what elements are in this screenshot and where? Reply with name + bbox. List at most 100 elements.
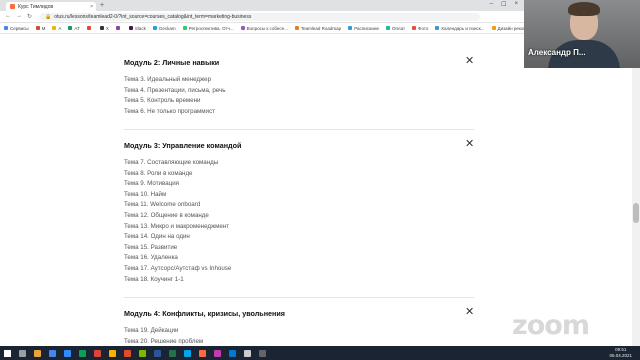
module-topic-item: Тема 4. Презентации, письма, речь bbox=[124, 86, 226, 94]
bookmark-item[interactable] bbox=[86, 26, 93, 30]
collapse-module-close-icon[interactable]: ✕ bbox=[465, 139, 474, 150]
forward-arrow-icon[interactable]: → bbox=[16, 13, 22, 20]
nav-buttons: ← → ↻ bbox=[0, 13, 32, 20]
taskbar-app-icon[interactable] bbox=[139, 349, 146, 357]
taskbar-app-icon[interactable] bbox=[19, 349, 26, 357]
system-clock[interactable]: 09:51 06.04.2021 bbox=[609, 347, 632, 359]
video-person-hair bbox=[568, 2, 600, 16]
bookmark-favicon-icon bbox=[152, 26, 157, 30]
taskbar-app-icon[interactable] bbox=[199, 349, 206, 357]
bookmark-label: Ретроспектива. Отч... bbox=[188, 25, 234, 31]
tab-title: Курс Тимлидов bbox=[18, 3, 54, 10]
zoom-watermark: zoom bbox=[512, 310, 590, 341]
bookmark-item[interactable]: Slack bbox=[128, 25, 146, 31]
module-title: Модуль 3: Управление командой bbox=[124, 141, 242, 150]
bookmark-favicon-icon bbox=[115, 26, 120, 30]
bookmark-favicon-icon bbox=[348, 26, 353, 30]
scrollbar-thumb[interactable] bbox=[633, 203, 639, 223]
bookmark-label: M bbox=[41, 25, 46, 31]
bookmark-item[interactable]: X bbox=[99, 25, 109, 31]
bookmark-favicon-icon bbox=[86, 26, 91, 30]
url-field[interactable]: 🔒 otus.ru/lessons/teamlead2-0/?int_sourc… bbox=[40, 12, 481, 21]
reload-icon[interactable]: ↻ bbox=[27, 13, 32, 20]
back-arrow-icon[interactable]: ← bbox=[5, 13, 11, 20]
bookmark-label: A bbox=[58, 25, 62, 31]
course-module: Модуль 3: Управление командой ✕ Тема 7. Со… bbox=[124, 139, 474, 283]
module-topic-item: Тема 3. Идеальный менеджер bbox=[124, 76, 212, 83]
collapse-module-close-icon[interactable]: ✕ bbox=[465, 56, 474, 67]
taskbar-app-icon[interactable] bbox=[169, 349, 176, 357]
taskbar-app-icon[interactable] bbox=[259, 349, 266, 357]
bookmark-item[interactable]: Geckam bbox=[152, 25, 176, 31]
bookmark-favicon-icon bbox=[491, 26, 496, 30]
bookmark-item[interactable]: Сервисы bbox=[4, 26, 29, 31]
bookmark-label: X bbox=[105, 25, 109, 31]
clock-date: 06.04.2021 bbox=[609, 353, 632, 358]
module-divider bbox=[124, 297, 474, 298]
taskbar-app-icon[interactable] bbox=[154, 349, 161, 357]
window-controls: – ☐ × bbox=[490, 1, 518, 8]
bookmark-item[interactable]: Расписание bbox=[348, 26, 379, 31]
bookmark-label: Geckam bbox=[158, 25, 176, 31]
page-scrollbar[interactable] bbox=[632, 35, 640, 346]
taskbar-app-icon[interactable] bbox=[64, 349, 71, 357]
bookmark-favicon-icon bbox=[412, 26, 417, 30]
taskbar-app-icon[interactable] bbox=[214, 349, 221, 357]
taskbar-app-icon[interactable] bbox=[229, 349, 236, 357]
bookmark-label: Сервисы bbox=[10, 25, 29, 31]
bookmark-favicon-icon bbox=[386, 26, 390, 30]
taskbar-app-icon[interactable] bbox=[184, 349, 191, 357]
bookmark-label: Оплат bbox=[392, 25, 406, 31]
bookmark-label: Расписание bbox=[354, 25, 379, 31]
bookmark-item[interactable]: M bbox=[35, 25, 46, 31]
bookmark-item[interactable]: Вопросы к собесе... bbox=[240, 25, 288, 31]
tab-close-icon[interactable]: × bbox=[90, 4, 93, 10]
module-topic-item: Тема 10. Найм bbox=[124, 190, 167, 198]
module-topic-item: Тема 18. Коучинг 1-1 bbox=[124, 275, 184, 283]
bookmark-favicon-icon bbox=[4, 26, 8, 30]
taskbar-app-icon[interactable] bbox=[34, 349, 41, 357]
minimize-button[interactable]: – bbox=[490, 1, 493, 8]
collapse-module-close-icon[interactable]: ✕ bbox=[465, 307, 474, 318]
zoom-video-tile: Александр П... bbox=[524, 0, 640, 68]
bookmark-item[interactable]: Календарь и поиск... bbox=[435, 25, 485, 31]
taskbar-app-icon[interactable] bbox=[244, 349, 251, 357]
bookmark-label: Вопросы к собесе... bbox=[246, 25, 288, 31]
bookmark-favicon-icon bbox=[35, 26, 40, 30]
module-topic-item: Тема 20. Решение проблем bbox=[124, 337, 204, 345]
bookmark-label: Teamlead Roadmap bbox=[300, 25, 342, 31]
taskbar-app-icon[interactable] bbox=[109, 349, 116, 357]
windows-taskbar: 09:51 06.04.2021 bbox=[0, 346, 640, 360]
taskbar-app-icon[interactable] bbox=[124, 349, 131, 357]
lock-icon: 🔒 bbox=[45, 13, 52, 20]
bookmark-label: Календарь и поиск... bbox=[441, 25, 485, 31]
bookmark-favicon-icon bbox=[99, 26, 104, 30]
bookmark-item[interactable] bbox=[115, 26, 122, 30]
bookmark-item[interactable]: Оплат bbox=[386, 26, 405, 31]
module-topic-item: Тема 9. Мотивация bbox=[124, 180, 179, 188]
bookmark-label: Slack bbox=[134, 25, 146, 31]
course-module: Модуль 2: Личные навыки ✕ Тема 3. Идеальны… bbox=[124, 56, 474, 115]
module-topic-item: Тема 12. Общение в команде bbox=[124, 212, 209, 219]
bookmark-favicon-icon bbox=[52, 26, 57, 30]
maximize-button[interactable]: ☐ bbox=[501, 1, 506, 8]
browser-tab-active[interactable]: Курс Тимлидов × bbox=[6, 2, 96, 11]
bookmark-item[interactable]: Ретроспектива. Отч... bbox=[182, 25, 234, 31]
bookmark-label: Фото bbox=[418, 25, 429, 31]
taskbar-app-icon[interactable] bbox=[79, 349, 86, 357]
bookmark-item[interactable]: AT bbox=[68, 26, 80, 31]
module-topic-item: Тема 11. Welcome onboard bbox=[124, 201, 201, 209]
bookmark-item[interactable]: Фото bbox=[412, 26, 428, 31]
url-text: otus.ru/lessons/teamlead2-0/?int_source=… bbox=[54, 13, 252, 20]
site-favicon-icon bbox=[10, 4, 15, 9]
module-topic-item: Тема 16. Удаленка bbox=[124, 254, 178, 262]
taskbar-app-icon[interactable] bbox=[49, 349, 56, 357]
windows-start-icon[interactable] bbox=[4, 349, 11, 357]
bookmark-item[interactable]: Teamlead Roadmap bbox=[294, 25, 342, 31]
close-window-button[interactable]: × bbox=[514, 1, 518, 8]
bookmark-favicon-icon bbox=[182, 26, 187, 30]
new-tab-button[interactable]: + bbox=[100, 2, 104, 9]
bookmark-item[interactable]: A bbox=[52, 26, 61, 31]
taskbar-app-icon[interactable] bbox=[94, 349, 101, 357]
module-title: Модуль 2: Личные навыки bbox=[124, 58, 220, 67]
